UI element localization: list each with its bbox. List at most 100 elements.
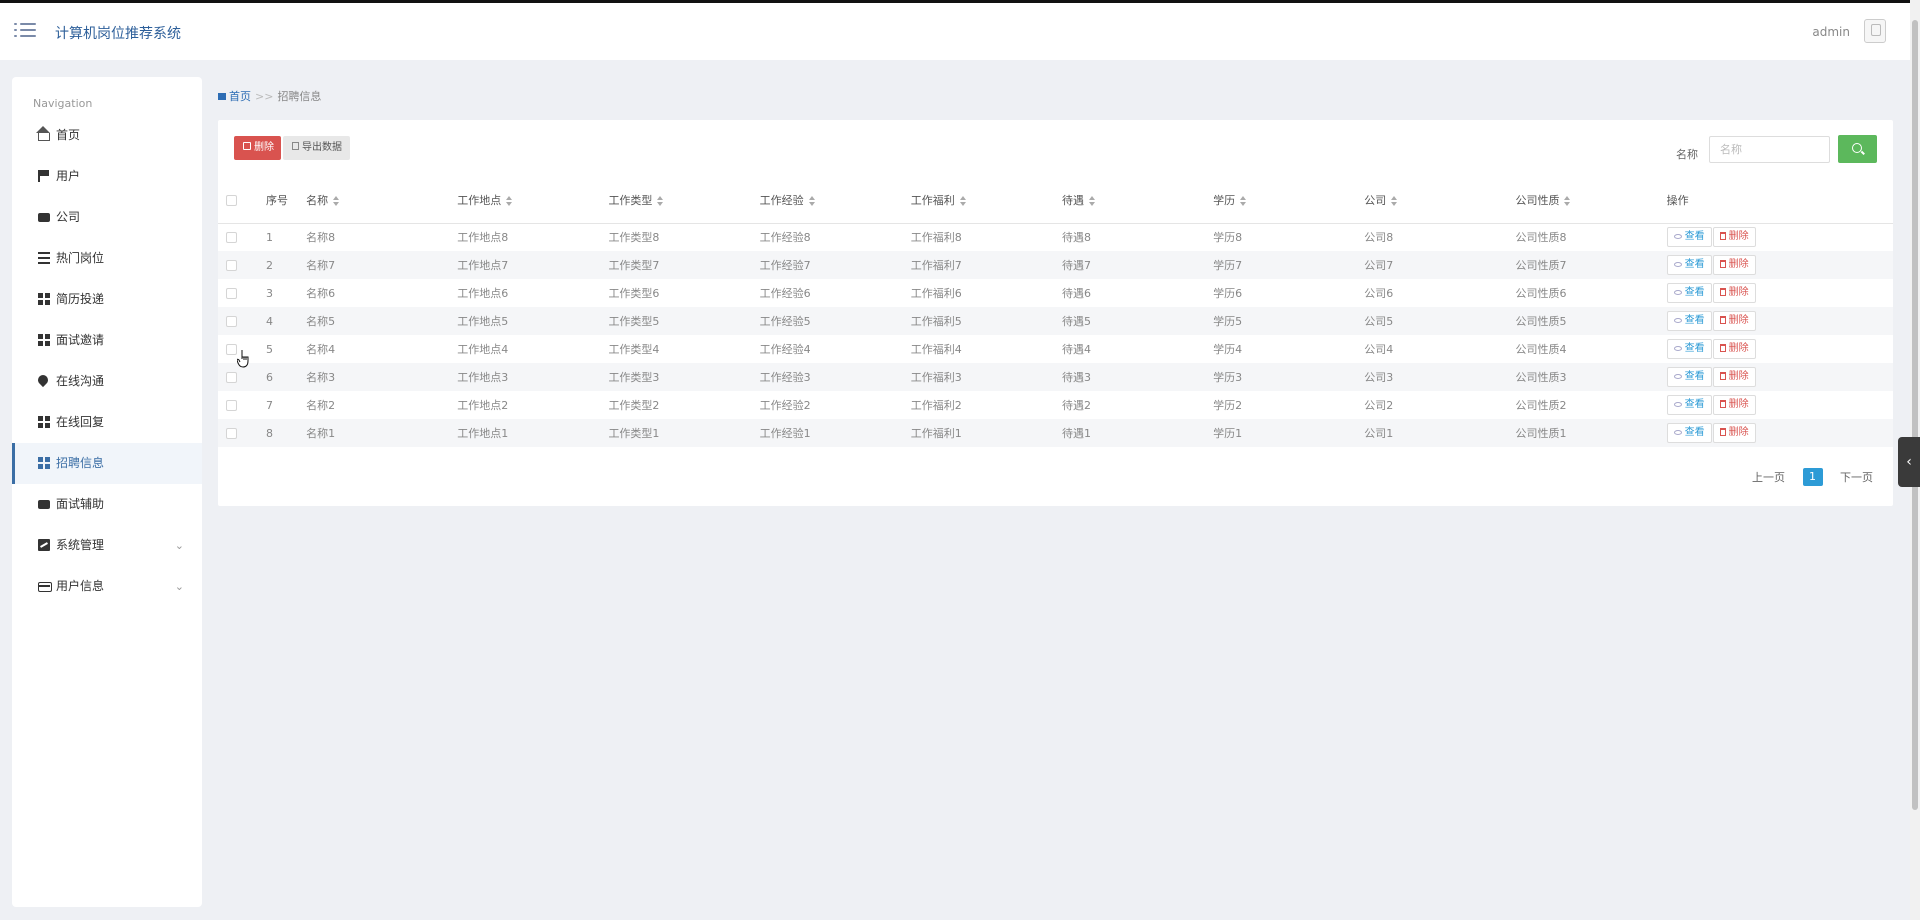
sort-icon[interactable] — [808, 195, 816, 206]
view-button[interactable]: 查看 — [1666, 283, 1712, 303]
delete-button[interactable]: 删除 — [1712, 255, 1756, 275]
sidebar-item-users[interactable]: 用户 — [12, 156, 202, 197]
search-button[interactable] — [1838, 135, 1877, 163]
cell-benefits: 工作福利1 — [910, 427, 962, 440]
eye-icon — [1673, 233, 1682, 239]
delete-label: 删除 — [1728, 343, 1749, 354]
cell-company-type: 公司性质6 — [1515, 287, 1567, 300]
table-row: 6 名称3 工作地点3 工作类型3 工作经验3 工作福利3 待遇3 学历3 公司3 公司性质3 查看… — [218, 363, 1893, 391]
sidebar-item-resume[interactable]: 简历投递 — [12, 279, 202, 320]
view-label: 查看 — [1684, 371, 1705, 382]
col-header-company[interactable]: 公司 — [1364, 177, 1516, 224]
col-header-benefits[interactable]: 工作福利 — [910, 177, 1062, 224]
col-header-location[interactable]: 工作地点 — [457, 177, 609, 224]
view-button[interactable]: 查看 — [1666, 339, 1712, 359]
bulk-delete-button[interactable]: 删除 — [234, 136, 281, 160]
scrollbar-thumb[interactable] — [1912, 20, 1918, 810]
delete-button[interactable]: 删除 — [1712, 367, 1756, 387]
avatar[interactable] — [1864, 19, 1886, 43]
cell-location: 工作地点2 — [457, 399, 509, 412]
sort-icon[interactable] — [959, 195, 967, 206]
row-checkbox[interactable] — [226, 288, 237, 299]
sidebar-item-home[interactable]: 首页 — [12, 115, 202, 156]
sort-icon[interactable] — [1240, 195, 1247, 206]
table-row: 7 名称2 工作地点2 工作类型2 工作经验2 工作福利2 待遇2 学历2 公司2 公司性质2 查看… — [218, 391, 1893, 419]
view-label: 查看 — [1684, 315, 1705, 326]
view-button[interactable]: 查看 — [1666, 395, 1712, 415]
cell-company-type: 公司性质4 — [1515, 343, 1567, 356]
col-header-label: 名称 — [306, 193, 329, 207]
table-row: 4 名称5 工作地点5 工作类型5 工作经验5 工作福利5 待遇5 学历5 公司5 公司性质5 查看… — [218, 307, 1893, 335]
sidebar-item-system[interactable]: 系统管理 ⌄ — [12, 525, 202, 566]
delete-button[interactable]: 删除 — [1712, 227, 1756, 248]
sort-icon[interactable] — [657, 195, 664, 206]
col-header-type[interactable]: 工作类型 — [608, 177, 760, 224]
cell-salary: 待遇8 — [1061, 231, 1091, 245]
cell-company-type: 公司性质2 — [1515, 399, 1567, 412]
menu-toggle-icon[interactable] — [14, 21, 38, 41]
row-checkbox[interactable] — [226, 316, 237, 327]
sidebar-item-recruitment[interactable]: 招聘信息 — [12, 443, 202, 484]
delete-button[interactable]: 删除 — [1712, 395, 1756, 415]
search-input[interactable] — [1709, 136, 1830, 163]
sort-icon[interactable] — [1391, 195, 1398, 206]
delete-button[interactable]: 删除 — [1712, 283, 1756, 303]
col-header-label: 公司性质 — [1515, 193, 1560, 207]
next-page-button[interactable]: 下一页 — [1840, 469, 1873, 485]
grid-icon — [38, 457, 50, 469]
prev-page-button[interactable]: 上一页 — [1752, 469, 1785, 485]
row-checkbox[interactable] — [226, 344, 237, 355]
col-header-name[interactable]: 名称 — [306, 177, 458, 224]
user-name[interactable]: admin — [1812, 25, 1850, 39]
cell-type: 工作类型6 — [608, 287, 660, 300]
sidebar-item-interview-assist[interactable]: 面试辅助 — [12, 484, 202, 525]
sidebar-item-label: 招聘信息 — [56, 456, 105, 470]
row-checkbox[interactable] — [226, 400, 237, 411]
sort-icon[interactable] — [1088, 195, 1096, 206]
nav-list: 首页 用户 公司 热门岗位 简历投递 面试邀请 在线沟通 在线回复 招聘信息 面… — [12, 115, 202, 607]
chevron-left-icon: ‹ — [1906, 454, 1912, 470]
table-body: 1 名称8 工作地点8 工作类型8 工作经验8 工作福利8 待遇8 学历8 公司8 公司性质8 查看… — [218, 223, 1893, 447]
sidebar-item-online-chat[interactable]: 在线沟通 — [12, 361, 202, 402]
delete-button[interactable]: 删除 — [1712, 339, 1756, 359]
view-button[interactable]: 查看 — [1666, 227, 1712, 248]
map-marker-icon — [35, 372, 51, 388]
delete-button[interactable]: 删除 — [1712, 311, 1756, 331]
sort-icon[interactable] — [333, 195, 340, 206]
close-box-icon — [243, 142, 251, 150]
sidebar-item-interview-invite[interactable]: 面试邀请 — [12, 320, 202, 361]
cell-name: 名称4 — [306, 343, 336, 356]
cell-name: 名称2 — [306, 399, 336, 412]
row-checkbox[interactable] — [226, 428, 237, 439]
cell-index: 7 — [266, 398, 274, 412]
select-all-checkbox[interactable] — [226, 194, 237, 206]
col-header-salary[interactable]: 待遇 — [1061, 177, 1214, 224]
breadcrumb-separator: >> — [255, 90, 274, 103]
view-button[interactable]: 查看 — [1666, 255, 1712, 275]
view-button[interactable]: 查看 — [1666, 367, 1712, 387]
sidebar-item-hot-jobs[interactable]: 热门岗位 — [12, 238, 202, 279]
row-checkbox[interactable] — [226, 232, 237, 244]
current-page-button[interactable]: 1 — [1802, 468, 1823, 486]
cell-experience: 工作经验8 — [759, 231, 811, 245]
table-row: 1 名称8 工作地点8 工作类型8 工作经验8 工作福利8 待遇8 学历8 公司8 公司性质8 查看… — [218, 223, 1893, 251]
cell-company-type: 公司性质3 — [1515, 371, 1567, 384]
sort-icon[interactable] — [506, 195, 513, 206]
sort-icon[interactable] — [1564, 195, 1571, 206]
col-header-experience[interactable]: 工作经验 — [759, 177, 911, 224]
top-bar: 计算机岗位推荐系统 admin — [0, 0, 1910, 60]
sidebar-item-user-info[interactable]: 用户信息 ⌄ — [12, 566, 202, 607]
col-header-company-type[interactable]: 公司性质 — [1515, 177, 1667, 224]
delete-button[interactable]: 删除 — [1712, 423, 1756, 443]
cell-index: 4 — [266, 314, 274, 328]
sidebar-item-online-reply[interactable]: 在线回复 — [12, 402, 202, 443]
sidebar-item-company[interactable]: 公司 — [12, 197, 202, 238]
row-checkbox[interactable] — [226, 260, 237, 271]
export-button[interactable]: 导出数据 — [283, 136, 350, 160]
view-button[interactable]: 查看 — [1666, 423, 1712, 443]
col-header-education[interactable]: 学历 — [1213, 177, 1365, 224]
view-button[interactable]: 查看 — [1666, 311, 1712, 331]
breadcrumb-home[interactable]: 首页 — [229, 90, 251, 103]
side-panel-toggle[interactable]: ‹ — [1898, 437, 1920, 487]
row-checkbox[interactable] — [226, 372, 237, 383]
